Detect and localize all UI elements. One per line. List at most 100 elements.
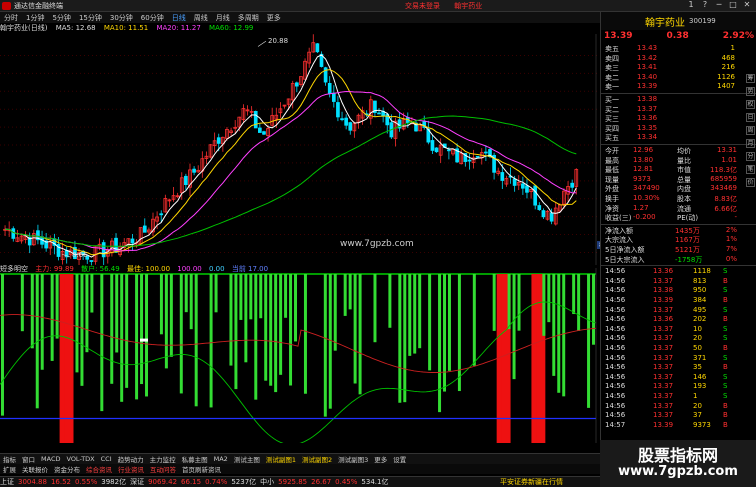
sz-index-pct: 0.74%	[205, 478, 228, 486]
stock-name: 翰宇药业	[645, 17, 685, 29]
tick-price: 13.36	[653, 267, 674, 276]
stock-ref[interactable]: 翰宇药业	[454, 2, 482, 10]
tick-price: 13.37	[653, 392, 674, 400]
side-button-5[interactable]: 月	[746, 139, 755, 148]
indicator-tab-12[interactable]: 测试副图3	[338, 454, 368, 464]
side-button-3[interactable]: 日	[746, 113, 755, 122]
stat-value: -0.200	[633, 213, 656, 222]
indicator-tab-3[interactable]: VOL-TDX	[66, 455, 94, 463]
tick-volume: 1118	[693, 267, 711, 276]
signal-green-bar	[85, 274, 89, 353]
signal-green-bar	[418, 274, 422, 349]
ext-tab-1[interactable]: 关联报价	[22, 464, 48, 474]
ext-tab-6[interactable]: 首页刷新资讯	[182, 464, 221, 474]
tick-time: 14:56	[605, 267, 626, 276]
indicator-tab-4[interactable]: CCI	[101, 455, 112, 463]
indicator-tab-0[interactable]: 指标	[3, 454, 16, 464]
period-tabs[interactable]: 分时 1分钟 5分钟 15分钟 30分钟 60分钟 日线 周线 月线 多周期 更多	[0, 13, 285, 23]
side-button-7[interactable]: 笔	[746, 165, 755, 174]
tick-price: 13.37	[653, 305, 674, 314]
signal-green-bar	[169, 274, 173, 357]
window-button-4[interactable]: ✕	[740, 0, 754, 9]
indicator-chart[interactable]: 2023年2023/11/06/一12	[0, 268, 600, 443]
period-tab-7[interactable]: 周线	[194, 14, 208, 22]
period-tab-4[interactable]: 30分钟	[110, 14, 133, 22]
indicator-tabs[interactable]: 指标 窗口 MACD VOL-TDX CCI 趋势动力 主力监控 私募主图 MA2 测试主图 测试副…	[0, 453, 600, 464]
period-tab-2[interactable]: 5分钟	[52, 14, 70, 22]
indicator-tab-10[interactable]: 测试副图1	[266, 454, 296, 464]
indicator-tab-2[interactable]: MACD	[41, 455, 60, 463]
side-button-0[interactable]: 筹	[746, 74, 755, 83]
indicator-tab-6[interactable]: 主力监控	[150, 454, 176, 464]
ext-tab-2[interactable]: 资金分布	[54, 464, 80, 474]
signal-green-bar	[125, 274, 129, 388]
trade-status[interactable]: 交易未登录	[405, 2, 440, 10]
window-button-3[interactable]: □	[726, 0, 740, 9]
signal-green-bar	[438, 274, 442, 413]
indicator-tab-14[interactable]: 设置	[393, 454, 406, 464]
signal-green-bar	[323, 274, 327, 417]
extension-tabs[interactable]: 扩展 关联报价 资金分布 综合资讯 行业资讯 互动问答 首页刷新资讯	[0, 464, 600, 474]
zx-index-name[interactable]: 中小	[260, 477, 274, 487]
tick-row: 14:56 13.37 35 B	[601, 363, 749, 373]
signal-green-bar	[284, 274, 288, 318]
tick-volume: 35	[693, 363, 702, 372]
sh-index-name[interactable]: 上证	[0, 477, 14, 487]
signal-green-bar	[328, 274, 332, 409]
period-tab-0[interactable]: 分时	[4, 14, 18, 22]
candle-body	[142, 225, 147, 233]
signal-green-bar	[189, 274, 193, 330]
ext-tab-5[interactable]: 互动问答	[150, 464, 176, 474]
side-button-1[interactable]: 势	[746, 87, 755, 96]
tick-side: S	[723, 353, 728, 362]
indicator-tab-13[interactable]: 更多	[374, 454, 387, 464]
sz-index-amount: 5237亿	[231, 478, 257, 486]
indicator-tab-8[interactable]: MA2	[214, 455, 228, 463]
period-tab-10[interactable]: 更多	[267, 14, 281, 22]
side-button-4[interactable]: 周	[746, 126, 755, 135]
window-controls[interactable]: 1? ─ □ ✕	[684, 0, 754, 9]
candle-body	[315, 43, 320, 53]
flow-row: 净流入额 1435万 2%	[601, 226, 741, 236]
window-button-2[interactable]: ─	[712, 0, 726, 9]
tick-price: 13.37	[653, 276, 674, 285]
candle-body	[192, 168, 196, 173]
period-tab-1[interactable]: 1分钟	[26, 14, 44, 22]
indicator-tab-11[interactable]: 测试副图2	[302, 454, 332, 464]
tick-side: S	[723, 324, 728, 333]
indicator-tab-1[interactable]: 窗口	[22, 454, 35, 464]
ext-tab-0[interactable]: 扩展	[3, 464, 16, 474]
window-button-1[interactable]: ?	[698, 0, 712, 9]
tick-side: B	[723, 315, 728, 324]
signal-green-bar	[388, 274, 392, 328]
indicator-tab-7[interactable]: 私募主图	[182, 454, 208, 464]
tick-time: 14:56	[605, 315, 626, 324]
signal-green-bar	[348, 274, 352, 310]
side-button-6[interactable]: 分	[746, 152, 755, 161]
tick-side: S	[723, 382, 728, 391]
candle-body	[253, 111, 258, 129]
period-tab-3[interactable]: 15分钟	[79, 14, 102, 22]
indicator-tab-5[interactable]: 趋势动力	[118, 454, 144, 464]
tick-volume: 37	[693, 411, 702, 420]
bid-row: 买三 13.36	[601, 114, 741, 124]
period-tab-6[interactable]: 日线	[172, 14, 186, 22]
stat-row: 最低 12.81 市值 118.3亿	[601, 165, 741, 175]
ext-tab-4[interactable]: 行业资讯	[118, 464, 144, 474]
period-tab-9[interactable]: 多周期	[238, 14, 259, 22]
flow-value: 5121万	[675, 246, 700, 254]
tick-side: B	[723, 296, 728, 304]
period-tab-5[interactable]: 60分钟	[141, 14, 164, 22]
app-title: 通达信金融终端	[14, 1, 63, 10]
side-button-2[interactable]: 权	[746, 100, 755, 109]
indicator-tab-9[interactable]: 测试主图	[234, 454, 260, 464]
ask-label: 卖二	[605, 73, 619, 82]
side-button-8[interactable]: 价	[746, 178, 755, 187]
side-buttons[interactable]: 筹势权日周月分笔价	[745, 70, 756, 191]
candle-body	[525, 185, 529, 193]
kline-chart[interactable]: 20.88 8.66 www.7gpzb.com	[0, 34, 600, 265]
ext-tab-3[interactable]: 综合资讯	[86, 464, 112, 474]
sz-index-name[interactable]: 深证	[130, 477, 144, 487]
period-tab-8[interactable]: 月线	[216, 14, 230, 22]
window-button-0[interactable]: 1	[684, 0, 698, 9]
